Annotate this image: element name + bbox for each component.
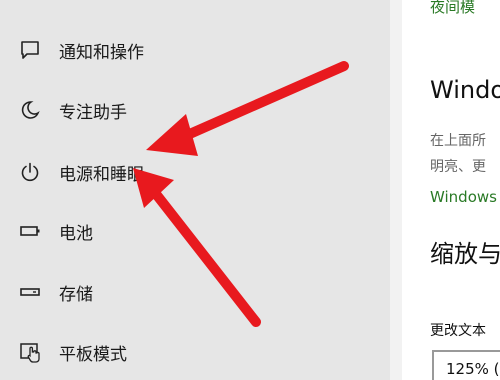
description-line-2: 明亮、更: [430, 159, 486, 175]
main-content: 夜间模 Windo 在上面所 明亮、更 Windows 缩放与 更改文本 125…: [402, 0, 500, 380]
sidebar-item-power-sleep[interactable]: 电源和睡眠: [0, 148, 390, 196]
tablet-mode-icon: [18, 340, 42, 364]
power-icon: [18, 160, 42, 184]
pane-divider: [390, 0, 402, 380]
sidebar-item-label: 平板模式: [59, 344, 127, 365]
sidebar-item-label: 通知和操作: [59, 42, 144, 63]
windows-hd-color-heading: Windo: [430, 76, 500, 104]
scale-dropdown-value: 125% (推: [446, 360, 500, 378]
storage-icon: [18, 280, 42, 304]
windows-hd-color-settings-link[interactable]: Windows: [430, 188, 497, 206]
scale-dropdown[interactable]: 125% (推: [432, 350, 500, 380]
moon-icon: [18, 98, 42, 122]
sidebar-item-battery[interactable]: 电池: [0, 207, 390, 255]
sidebar-item-storage[interactable]: 存储: [0, 268, 390, 316]
sidebar-item-tablet-mode[interactable]: 平板模式: [0, 328, 390, 376]
sidebar-item-label: 电源和睡眠: [59, 164, 144, 185]
sidebar-item-label: 专注助手: [59, 102, 127, 123]
description-line-1: 在上面所: [430, 133, 486, 149]
change-text-size-label: 更改文本: [430, 323, 486, 339]
sidebar-item-label: 电池: [59, 223, 93, 244]
battery-icon: [18, 219, 42, 243]
notification-icon: [18, 38, 42, 62]
sidebar-item-notifications[interactable]: 通知和操作: [0, 26, 390, 74]
sidebar-item-focus-assist[interactable]: 专注助手: [0, 86, 390, 134]
sidebar-item-label: 存储: [59, 284, 93, 305]
night-light-settings-link[interactable]: 夜间模: [430, 0, 475, 17]
settings-sidebar: 通知和操作 专注助手 电源和睡眠 电池 存储 平板模式: [0, 0, 390, 380]
scale-layout-heading: 缩放与: [430, 240, 500, 268]
